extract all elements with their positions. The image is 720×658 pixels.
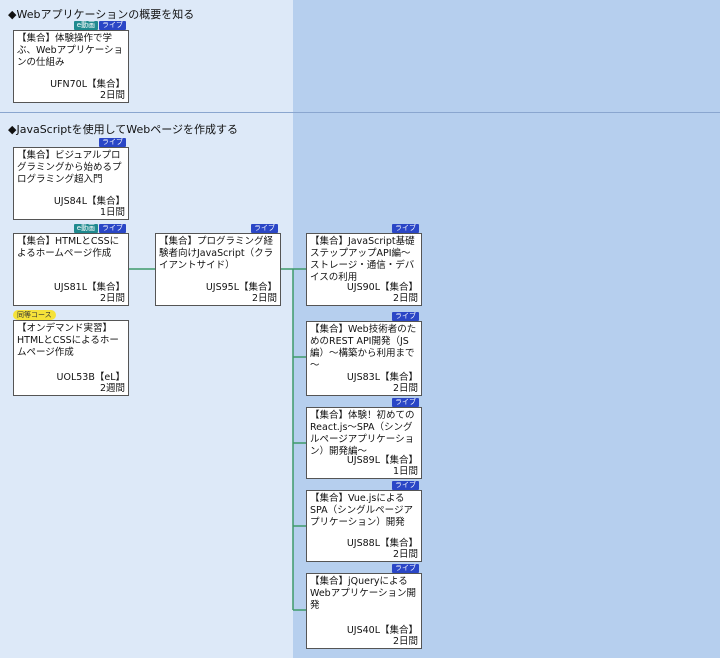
badge-group: ライブ [392,224,419,233]
live-badge: ライブ [99,224,126,233]
badge-group: ライブ [392,312,419,321]
course-name: 【集合】Vue.jsによるSPA（シングルページアプリケーション）開発 [310,493,413,528]
course-name: 【集合】JavaScript基礎ステップアップAPI編～ストレージ・通信・デバイ… [310,236,415,283]
course-duration: 2日間 [99,90,125,101]
badge-group: ライブ [99,138,126,147]
course-duration: 1日間 [392,466,418,477]
course-duration: 2日間 [392,549,418,560]
course-duration: 2日間 [99,293,125,304]
course-card-ujs81l[interactable]: e動画 ライブ 【集合】HTMLとCSSによるホームページ作成 UJS81L【集… [13,224,129,306]
course-name: 【オンデマンド実習】HTMLとCSSによるホームページ作成 [17,323,119,358]
e-video-badge: e動画 [73,21,98,30]
live-badge: ライブ [392,564,419,573]
course-card-ujs84l[interactable]: ライブ 【集合】ビジュアルプログラミングから始めるプログラミング超入門 UJS8… [13,138,129,220]
course-name: 【集合】jQueryによるWebアプリケーション開発 [310,576,417,611]
same-course-badge: 同等コース [13,310,56,320]
course-card-ujs83l[interactable]: ライブ 【集合】Web技術者のためのREST API開発（JS編）～構築から利用… [306,312,422,396]
live-badge: ライブ [392,312,419,321]
course-card-ujs40l[interactable]: ライブ 【集合】jQueryによるWebアプリケーション開発 UJS40L【集合… [306,564,422,649]
course-name: 【集合】ビジュアルプログラミングから始めるプログラミング超入門 [17,150,122,185]
live-badge: ライブ [99,138,126,147]
course-name: 【集合】体験操作で学ぶ、Webアプリケーションの仕組み [17,33,124,68]
badge-group: ライブ [392,564,419,573]
course-card-ujs95l[interactable]: ライブ 【集合】プログラミング経験者向けJavaScript（クライアントサイド… [155,224,281,306]
badge-group: e動画 ライブ [73,21,126,30]
course-duration: 2日間 [392,293,418,304]
course-duration: 1日間 [99,207,125,218]
badge-group: e動画 ライブ [73,224,126,233]
live-badge: ライブ [251,224,278,233]
course-duration: 2日間 [251,293,277,304]
course-card-ujs90l[interactable]: ライブ 【集合】JavaScript基礎ステップアップAPI編～ストレージ・通信… [306,224,422,306]
course-name: 【集合】Web技術者のためのREST API開発（JS編）～構築から利用まで～ [310,324,417,371]
course-duration: 2日間 [392,636,418,647]
course-card-ufn70l[interactable]: e動画 ライブ 【集合】体験操作で学ぶ、Webアプリケーションの仕組み UFN7… [13,21,129,103]
badge-group: ライブ [392,398,419,407]
badge-group: ライブ [251,224,278,233]
live-badge: ライブ [392,398,419,407]
course-card-uol53b[interactable]: 【オンデマンド実習】HTMLとCSSによるホームページ作成 UOL53B【eL】… [13,320,129,396]
e-video-badge: e動画 [73,224,98,233]
course-duration: 2週間 [99,383,125,394]
course-card-ujs88l[interactable]: ライブ 【集合】Vue.jsによるSPA（シングルページアプリケーション）開発 … [306,481,422,562]
live-badge: ライブ [392,224,419,233]
course-duration: 2日間 [392,383,418,394]
live-badge: ライブ [392,481,419,490]
badge-group: ライブ [392,481,419,490]
course-name: 【集合】プログラミング経験者向けJavaScript（クライアントサイド） [159,236,274,271]
live-badge: ライブ [99,21,126,30]
course-name: 【集合】HTMLとCSSによるホームページ作成 [17,236,120,259]
course-card-ujs89l[interactable]: ライブ 【集合】体験！初めてのReact.js～SPA（シングルページアプリケー… [306,398,422,479]
course-name: 【集合】体験！初めてのReact.js～SPA（シングルページアプリケーション）… [310,410,415,457]
